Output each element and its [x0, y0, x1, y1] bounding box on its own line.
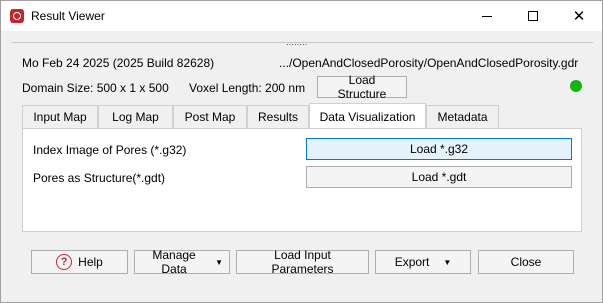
tab-results[interactable]: Results [247, 105, 309, 128]
chevron-down-icon: ▼ [443, 257, 452, 267]
load-input-parameters-button[interactable]: Load Input Parameters [236, 248, 369, 276]
splitter-handle[interactable]: ········ [12, 40, 593, 49]
voxel-length-text: Voxel Length: 200 nm [189, 81, 306, 95]
tab-log-map[interactable]: Log Map [98, 105, 173, 128]
title-bar: Result Viewer ✕ [1, 1, 602, 31]
grip-icon: ········ [286, 40, 308, 49]
chevron-down-icon: ▼ [215, 257, 223, 267]
load-g32-button[interactable]: Load *.g32 [306, 138, 572, 160]
close-window-button[interactable]: ✕ [556, 1, 602, 31]
close-icon: ✕ [572, 8, 586, 25]
pores-structure-label: Pores as Structure(*.gdt) [33, 171, 166, 185]
tab-post-map[interactable]: Post Map [173, 105, 247, 128]
window-title: Result Viewer [31, 9, 105, 23]
maximize-button[interactable] [510, 1, 556, 31]
manage-data-button[interactable]: Manage Data ▼ [134, 248, 230, 276]
close-button[interactable]: Close [478, 250, 574, 274]
tab-metadata[interactable]: Metadata [426, 105, 499, 128]
help-icon: ? [56, 254, 73, 270]
load-gdt-button[interactable]: Load *.gdt [306, 166, 572, 188]
result-viewer-window: Result Viewer ✕ ········ Mo Feb 24 2025 … [0, 0, 603, 303]
minimize-icon [482, 15, 492, 17]
export-label: Export [394, 255, 430, 269]
tab-data-visualization[interactable]: Data Visualization [309, 103, 426, 129]
build-date-text: Mo Feb 24 2025 (2025 Build 82628) [22, 56, 215, 70]
export-button[interactable]: Export ▼ [375, 250, 471, 274]
tab-input-map[interactable]: Input Map [22, 105, 98, 128]
app-icon [10, 9, 24, 23]
result-file-path: .../OpenAndClosedPorosity/OpenAndClosedP… [279, 56, 579, 70]
minimize-button[interactable] [464, 1, 510, 31]
load-structure-button[interactable]: Load Structure [317, 73, 407, 101]
help-label: Help [78, 255, 103, 269]
help-button[interactable]: ? Help [31, 250, 128, 274]
status-indicator [570, 80, 582, 92]
domain-size-text: Domain Size: 500 x 1 x 500 [22, 81, 169, 95]
maximize-icon [528, 11, 538, 21]
index-image-label: Index Image of Pores (*.g32) [33, 143, 187, 157]
manage-data-label: Manage Data [152, 248, 196, 276]
